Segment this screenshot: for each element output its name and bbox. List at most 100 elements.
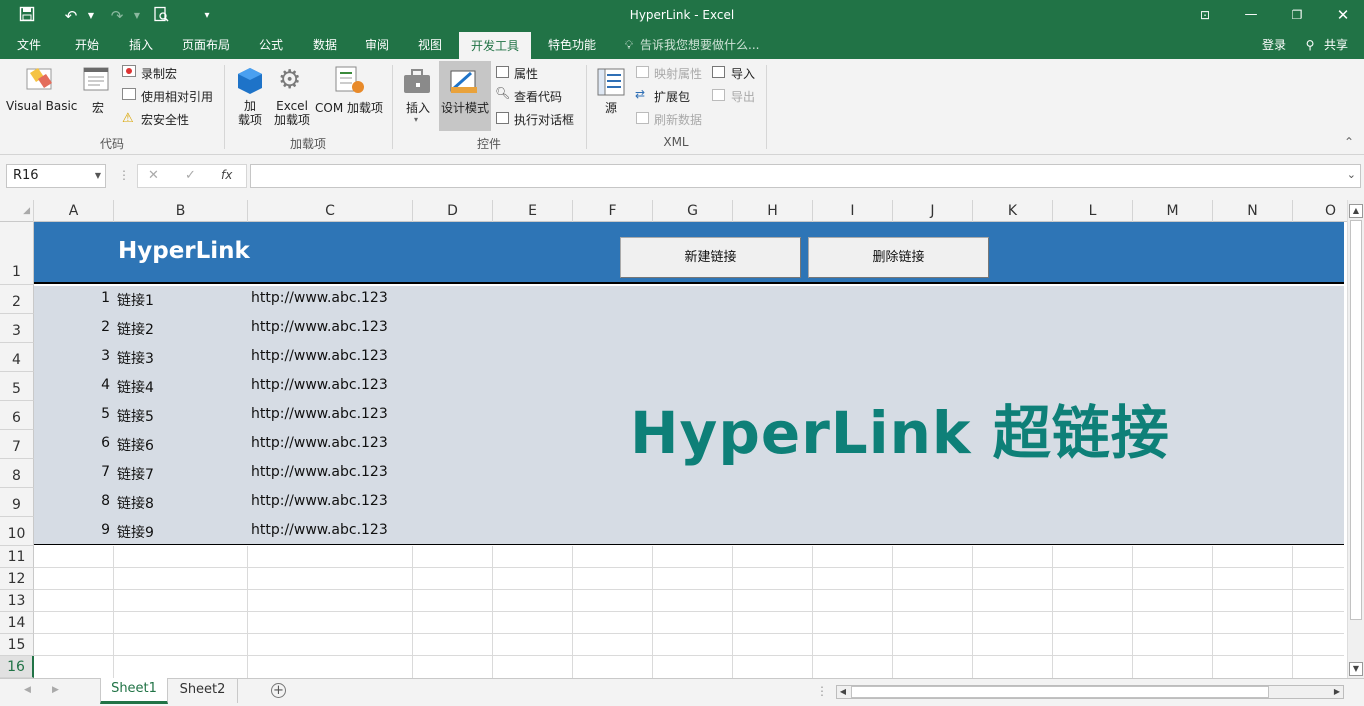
close-icon[interactable]: ✕	[1328, 4, 1358, 26]
tab-split-grip-icon[interactable]: ⋮	[816, 684, 828, 698]
column-header[interactable]: J	[893, 200, 973, 222]
row-header[interactable]: 10	[0, 517, 34, 546]
run-dialog-button[interactable]: 执行对话框	[514, 111, 574, 128]
sheet-tab-sheet2[interactable]: Sheet2	[168, 679, 238, 703]
link-name[interactable]: 链接5	[117, 406, 154, 426]
addins-button[interactable]: 加 载项	[238, 99, 262, 127]
column-header[interactable]: N	[1213, 200, 1293, 222]
formula-input[interactable]: ⌄	[250, 164, 1361, 188]
column-header[interactable]: H	[733, 200, 813, 222]
row-header[interactable]: 9	[0, 488, 34, 517]
row-header[interactable]: 8	[0, 459, 34, 488]
scroll-up-icon[interactable]: ▲	[1349, 204, 1363, 218]
ribbon-display-icon[interactable]: ⊡	[1190, 4, 1220, 26]
tab-data[interactable]: 数据	[302, 32, 348, 59]
row-header[interactable]: 5	[0, 372, 34, 401]
import-button[interactable]: 导入	[731, 65, 755, 82]
column-header[interactable]: L	[1053, 200, 1133, 222]
row-header[interactable]: 7	[0, 430, 34, 459]
tab-file[interactable]: 文件	[8, 32, 50, 59]
row-header[interactable]: 15	[0, 634, 34, 656]
add-sheet-icon[interactable]: +	[271, 683, 286, 698]
tab-review[interactable]: 审阅	[354, 32, 400, 59]
link-url[interactable]: http://www.abc.123	[251, 493, 388, 509]
column-header[interactable]: A	[34, 200, 114, 222]
macro-security-button[interactable]: 宏安全性	[141, 111, 189, 128]
relative-reference-button[interactable]: 使用相对引用	[141, 88, 213, 105]
tab-insert[interactable]: 插入	[118, 32, 164, 59]
row-header[interactable]: 1	[0, 222, 34, 285]
tab-view[interactable]: 视图	[407, 32, 453, 59]
column-header[interactable]: E	[493, 200, 573, 222]
horizontal-scroll-thumb[interactable]	[851, 686, 1269, 698]
insert-function-button[interactable]: fx	[221, 168, 232, 182]
tab-home[interactable]: 开始	[64, 32, 110, 59]
record-macro-button[interactable]: 录制宏	[141, 65, 177, 82]
sheet-tab-sheet1[interactable]: Sheet1	[100, 678, 168, 704]
link-url[interactable]: http://www.abc.123	[251, 348, 388, 364]
horizontal-scrollbar[interactable]: ◀ ▶	[836, 685, 1344, 699]
link-name[interactable]: 链接2	[117, 319, 154, 339]
row-header[interactable]: 11	[0, 546, 34, 568]
column-header[interactable]: O	[1293, 200, 1347, 222]
tab-special[interactable]: 特色功能	[538, 32, 606, 59]
collapse-ribbon-icon[interactable]: ⌃	[1344, 135, 1354, 149]
tab-developer[interactable]: 开发工具	[459, 32, 531, 59]
link-name[interactable]: 链接4	[117, 377, 154, 397]
column-header[interactable]: C	[248, 200, 413, 222]
excel-addins-button[interactable]: Excel 加载项	[274, 99, 310, 127]
row-header[interactable]: 6	[0, 401, 34, 430]
link-name[interactable]: 链接1	[117, 290, 154, 310]
expand-formula-icon[interactable]: ⌄	[1347, 168, 1356, 181]
link-url[interactable]: http://www.abc.123	[251, 522, 388, 538]
link-name[interactable]: 链接3	[117, 348, 154, 368]
macro-button[interactable]: 宏	[92, 99, 104, 116]
tab-page-layout[interactable]: 页面布局	[172, 32, 240, 59]
insert-dropdown-icon[interactable]: ▾	[414, 115, 418, 124]
tell-me-input[interactable]: 告诉我您想要做什么...	[640, 32, 780, 59]
name-box[interactable]: R16 ▼	[6, 164, 106, 188]
delete-link-button[interactable]: 删除链接	[808, 237, 989, 278]
insert-controls-button[interactable]: 插入	[406, 99, 430, 116]
link-name[interactable]: 链接6	[117, 435, 154, 455]
restore-icon[interactable]: ❐	[1282, 4, 1312, 26]
link-url[interactable]: http://www.abc.123	[251, 377, 388, 393]
vertical-scroll-thumb[interactable]	[1350, 220, 1362, 620]
share-button[interactable]: 共享	[1320, 32, 1352, 59]
column-header[interactable]: M	[1133, 200, 1213, 222]
scroll-right-icon[interactable]: ▶	[1331, 686, 1343, 698]
link-url[interactable]: http://www.abc.123	[251, 319, 388, 335]
row-header-active[interactable]: 16	[0, 656, 34, 678]
row-header[interactable]: 4	[0, 343, 34, 372]
properties-button[interactable]: 属性	[514, 65, 538, 82]
column-header[interactable]: K	[973, 200, 1053, 222]
com-addins-button[interactable]: COM 加载项	[315, 99, 383, 116]
visual-basic-button[interactable]: Visual Basic	[6, 99, 77, 113]
login-link[interactable]: 登录	[1256, 32, 1292, 59]
column-header[interactable]: D	[413, 200, 493, 222]
column-header[interactable]: G	[653, 200, 733, 222]
row-header[interactable]: 14	[0, 612, 34, 634]
link-url[interactable]: http://www.abc.123	[251, 290, 388, 306]
link-url[interactable]: http://www.abc.123	[251, 464, 388, 480]
new-link-button[interactable]: 新建链接	[620, 237, 801, 278]
tab-formulas[interactable]: 公式	[248, 32, 294, 59]
column-header[interactable]: I	[813, 200, 893, 222]
scroll-left-icon[interactable]: ◀	[837, 686, 849, 698]
design-mode-button[interactable]	[439, 61, 491, 131]
xml-source-button[interactable]: 源	[605, 99, 617, 116]
link-name[interactable]: 链接7	[117, 464, 154, 484]
row-header[interactable]: 2	[0, 285, 34, 314]
minimize-icon[interactable]: —	[1236, 4, 1266, 26]
link-url[interactable]: http://www.abc.123	[251, 406, 388, 422]
row-header[interactable]: 12	[0, 568, 34, 590]
sheet-prev-icon[interactable]: ◀	[24, 685, 31, 695]
column-header[interactable]: F	[573, 200, 653, 222]
link-name[interactable]: 链接9	[117, 522, 154, 542]
vertical-scrollbar[interactable]: ▲ ▼	[1347, 200, 1364, 678]
row-header[interactable]: 13	[0, 590, 34, 612]
view-code-button[interactable]: 查看代码	[514, 88, 562, 105]
link-url[interactable]: http://www.abc.123	[251, 435, 388, 451]
name-box-dropdown-icon[interactable]: ▼	[95, 165, 101, 187]
select-all-icon[interactable]: ◢	[0, 200, 34, 222]
